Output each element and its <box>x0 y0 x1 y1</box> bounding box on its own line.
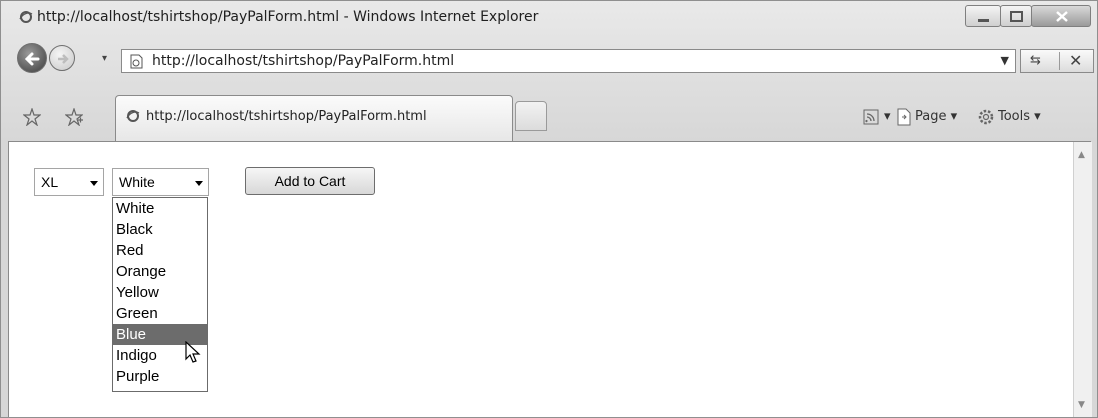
maximize-button[interactable] <box>1000 5 1032 27</box>
size-select-value: XL <box>41 174 59 190</box>
favorites-star-icon[interactable] <box>23 108 41 126</box>
tab-label[interactable]: http://localhost/tshirtshop/PayPalForm.h… <box>146 109 427 124</box>
color-select[interactable]: White <box>112 168 209 196</box>
page-menu-icon <box>897 108 911 126</box>
list-item[interactable]: Black <box>113 219 207 240</box>
ie-icon <box>126 110 140 122</box>
history-dropdown-icon[interactable]: ▾ <box>102 53 107 64</box>
page-menu-label[interactable]: Page <box>915 109 946 124</box>
list-item[interactable]: Yellow <box>113 282 207 303</box>
rss-feed-icon[interactable] <box>863 109 879 125</box>
list-item[interactable]: Green <box>113 303 207 324</box>
color-select-value: White <box>119 174 155 190</box>
forward-button[interactable] <box>49 45 75 71</box>
minimize-button[interactable] <box>965 5 1001 27</box>
forward-icon <box>58 54 69 64</box>
ie-icon <box>19 11 33 23</box>
address-dropdown-icon[interactable]: ▼ <box>1001 54 1009 67</box>
chevron-down-icon <box>90 181 98 186</box>
page-menu[interactable]: Page ▾ <box>915 109 957 124</box>
page-icon <box>130 54 143 69</box>
address-url[interactable]: http://localhost/tshirtshop/PayPalForm.h… <box>152 53 454 69</box>
mouse-cursor-icon <box>185 341 201 363</box>
list-item[interactable]: Purple <box>113 366 207 387</box>
vertical-scrollbar[interactable]: ▲ ▼ <box>1073 142 1092 417</box>
scroll-up-icon[interactable]: ▲ <box>1078 150 1085 160</box>
new-tab-button[interactable] <box>515 101 547 131</box>
stop-icon[interactable]: ✕ <box>1069 51 1082 70</box>
scroll-down-icon[interactable]: ▼ <box>1078 400 1085 410</box>
tab-current[interactable]: http://localhost/tshirtshop/PayPalForm.h… <box>115 95 513 141</box>
back-icon <box>24 52 40 66</box>
add-favorites-icon[interactable] <box>65 108 83 126</box>
tools-menu[interactable]: Tools ▾ <box>998 109 1041 124</box>
size-select[interactable]: XL <box>34 168 104 196</box>
browser-window: http://localhost/tshirtshop/PayPalForm.h… <box>0 0 1098 418</box>
refresh-icon[interactable]: ⇆ <box>1030 53 1041 68</box>
address-bar[interactable]: http://localhost/tshirtshop/PayPalForm.h… <box>121 49 1016 73</box>
list-item[interactable]: Orange <box>113 261 207 282</box>
chevron-down-icon <box>195 181 203 186</box>
list-item[interactable]: White <box>113 198 207 219</box>
close-button[interactable] <box>1031 5 1091 27</box>
add-to-cart-button[interactable]: Add to Cart <box>245 167 375 195</box>
divider <box>1059 52 1060 70</box>
list-item[interactable]: Red <box>113 240 207 261</box>
back-button[interactable] <box>17 43 47 73</box>
address-tools: ⇆ ✕ <box>1020 49 1094 73</box>
tools-menu-label[interactable]: Tools <box>998 109 1030 124</box>
rss-dropdown-icon[interactable]: ▾ <box>884 109 891 124</box>
tools-gear-icon <box>978 109 994 125</box>
window-title: http://localhost/tshirtshop/PayPalForm.h… <box>37 9 539 25</box>
title-bar: http://localhost/tshirtshop/PayPalForm.h… <box>1 1 1097 37</box>
